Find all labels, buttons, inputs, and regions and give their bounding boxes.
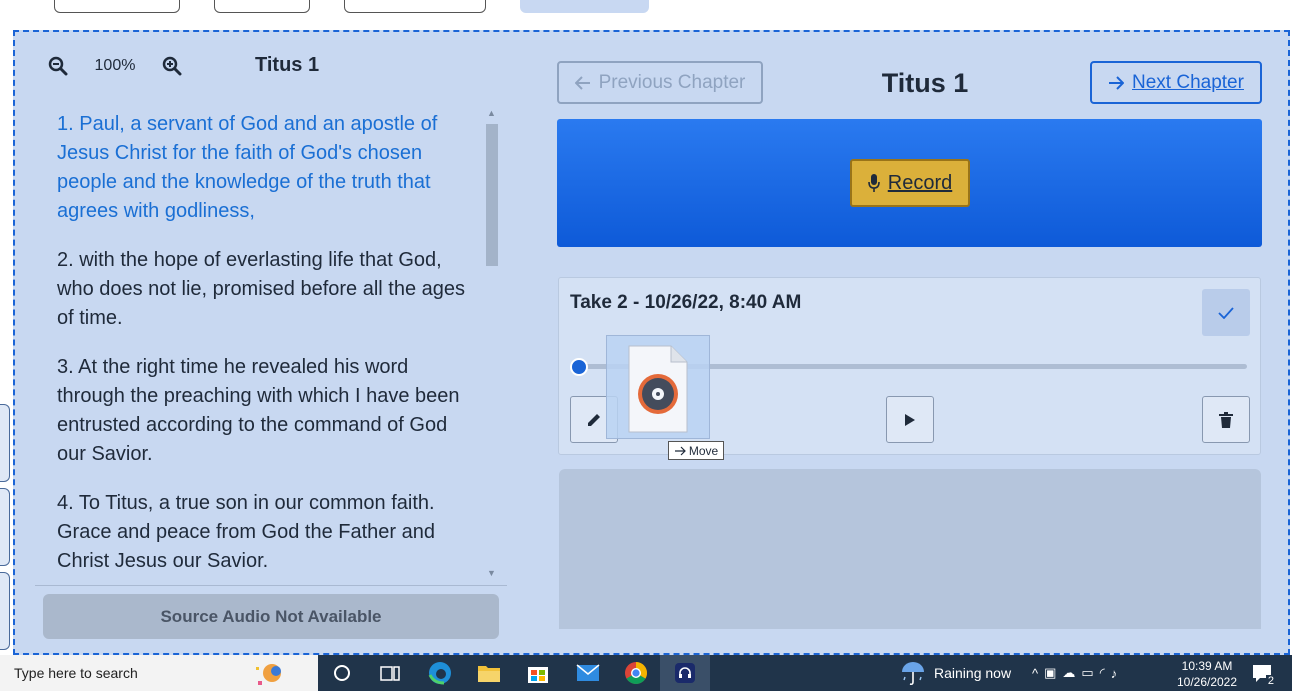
taskbar: Type here to search Raining now ^ ▣ ☁ ▭ … bbox=[0, 655, 1292, 691]
select-take-button[interactable] bbox=[1202, 289, 1250, 336]
pencil-icon bbox=[588, 413, 600, 426]
audio-app-icon[interactable] bbox=[671, 659, 699, 687]
store-icon[interactable] bbox=[524, 659, 552, 687]
notification-center-icon[interactable]: 2 bbox=[1250, 661, 1276, 687]
previous-chapter-button[interactable]: Previous Chapter bbox=[557, 61, 763, 104]
checkmark-icon bbox=[1218, 306, 1234, 319]
scroll-down-icon[interactable]: ▼ bbox=[487, 568, 496, 578]
take-title: Take 2 - 10/26/22, 8:40 AM bbox=[570, 292, 802, 313]
play-icon bbox=[905, 413, 915, 426]
arrow-right-icon bbox=[1109, 75, 1125, 90]
drag-tooltip-label: Move bbox=[688, 443, 719, 458]
top-tab-strip bbox=[0, 0, 1292, 30]
wifi-icon[interactable]: ◜ bbox=[1100, 665, 1105, 681]
arrow-left-icon bbox=[574, 75, 590, 90]
record-label: Record bbox=[887, 171, 953, 194]
clock-date: 10/26/2022 bbox=[1176, 675, 1238, 689]
left-edge-strip bbox=[0, 30, 13, 655]
search-highlight-icon bbox=[256, 664, 281, 685]
zoom-level: 100% bbox=[94, 57, 136, 74]
trash-icon bbox=[1219, 411, 1233, 428]
microphone-icon bbox=[867, 174, 880, 192]
arrow-right-icon bbox=[674, 446, 686, 455]
verse-item[interactable]: 3. At the right time he revealed his wor… bbox=[57, 353, 477, 469]
taskbar-search-box[interactable]: Type here to search bbox=[0, 655, 318, 691]
playback-slider-handle[interactable] bbox=[570, 358, 588, 376]
verse-item[interactable]: 1. Paul, a servant of God and an apostle… bbox=[57, 110, 477, 226]
volume-icon[interactable]: ♪ bbox=[1111, 666, 1118, 681]
zoom-in-icon[interactable] bbox=[159, 53, 185, 79]
next-chapter-button[interactable]: Next Chapter bbox=[1090, 61, 1262, 104]
top-tab-2[interactable] bbox=[214, 0, 310, 13]
top-tab-1[interactable] bbox=[54, 0, 180, 13]
clock-time: 10:39 AM bbox=[1181, 659, 1233, 673]
weather-widget[interactable]: Raining now bbox=[900, 655, 1011, 691]
scripture-text-panel[interactable]: 1. Paul, a servant of God and an apostle… bbox=[40, 110, 490, 580]
top-tab-4-active[interactable] bbox=[520, 0, 649, 13]
dragged-file-ghost bbox=[606, 335, 710, 439]
audio-file-icon bbox=[628, 345, 688, 433]
system-tray: ^ ▣ ☁ ▭ ◜ ♪ bbox=[1032, 655, 1117, 691]
divider bbox=[35, 585, 507, 586]
battery-icon[interactable]: ▭ bbox=[1081, 665, 1093, 681]
edge-tab[interactable] bbox=[0, 488, 10, 566]
drag-tooltip: Move bbox=[668, 441, 724, 460]
edge-tab[interactable] bbox=[0, 404, 10, 482]
delete-take-button[interactable] bbox=[1202, 396, 1250, 443]
zoom-controls: 100% bbox=[45, 52, 185, 80]
verse-item[interactable]: 4. To Titus, a true son in our common fa… bbox=[57, 489, 477, 576]
edge-tab[interactable] bbox=[0, 572, 10, 650]
record-panel: Record bbox=[557, 119, 1262, 247]
previous-chapter-label: Previous Chapter bbox=[598, 71, 746, 93]
onedrive-icon[interactable]: ☁ bbox=[1062, 665, 1075, 681]
source-audio-button[interactable]: Source Audio Not Available bbox=[43, 594, 499, 639]
next-chapter-label: Next Chapter bbox=[1132, 71, 1244, 93]
notification-count: 2 bbox=[1265, 675, 1276, 687]
cortana-icon[interactable] bbox=[328, 659, 356, 687]
scroll-thumb[interactable] bbox=[486, 124, 498, 266]
empty-take-slot bbox=[559, 469, 1261, 629]
weather-label: Raining now bbox=[934, 665, 1012, 681]
scroll-up-icon[interactable]: ▲ bbox=[487, 108, 496, 118]
chevron-up-icon[interactable]: ^ bbox=[1032, 666, 1038, 681]
verse-item[interactable]: 2. with the hope of everlasting life tha… bbox=[57, 246, 477, 333]
play-take-button[interactable] bbox=[886, 396, 934, 443]
top-tab-3[interactable] bbox=[344, 0, 486, 13]
zoom-out-icon[interactable] bbox=[45, 53, 71, 79]
meet-now-icon[interactable]: ▣ bbox=[1044, 665, 1056, 681]
search-placeholder: Type here to search bbox=[14, 665, 138, 681]
edge-browser-icon[interactable] bbox=[426, 659, 454, 687]
source-pane-title: Titus 1 bbox=[255, 54, 320, 76]
chapter-title: Titus 1 bbox=[881, 68, 969, 98]
chrome-icon[interactable] bbox=[622, 659, 650, 687]
umbrella-icon bbox=[902, 662, 924, 686]
task-view-icon[interactable] bbox=[376, 659, 404, 687]
taskbar-clock[interactable]: 10:39 AM 10/26/2022 bbox=[1172, 658, 1242, 690]
mail-icon[interactable] bbox=[574, 659, 602, 687]
file-explorer-icon[interactable] bbox=[475, 659, 503, 687]
record-button[interactable]: Record bbox=[850, 159, 970, 207]
scripture-scrollbar[interactable]: ▲ ▼ bbox=[484, 108, 500, 578]
